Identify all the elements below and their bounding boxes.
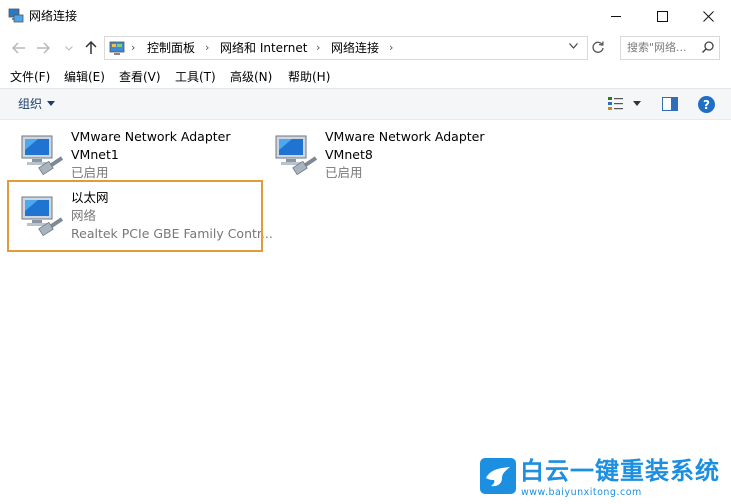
network-connections-window: 网络连接 › 控制面板 › 网络和 Internet › 网络连接 › 搜索"网…: [0, 0, 731, 504]
caret-down-icon: [47, 101, 55, 106]
recent-locations-button[interactable]: [60, 39, 78, 57]
chevron-down-icon: [569, 43, 578, 49]
organize-button[interactable]: 组织: [18, 96, 42, 112]
close-icon: [702, 10, 714, 22]
command-bar: 组织 ?: [0, 88, 731, 120]
adapter-name: VMware Network Adapter: [325, 129, 485, 144]
watermark-url: www.baiyunxitong.com: [521, 487, 642, 498]
maximize-button[interactable]: [639, 0, 685, 32]
adapter-list: VMware Network Adapter VMnet1 已启用 VMware…: [0, 120, 731, 504]
address-bar[interactable]: › 控制面板 › 网络和 Internet › 网络连接 ›: [104, 36, 588, 60]
menu-view[interactable]: 查看(V): [119, 69, 161, 85]
adapter-device: VMnet1: [71, 147, 119, 162]
search-placeholder: 搜索"网络...: [627, 41, 687, 54]
breadcrumb-separator[interactable]: ›: [389, 40, 393, 56]
forward-arrow-icon: [37, 42, 50, 54]
minimize-button[interactable]: [593, 0, 639, 32]
menu-advanced[interactable]: 高级(N): [230, 69, 272, 85]
preview-pane-icon[interactable]: [662, 97, 678, 111]
adapter-status: 已启用: [325, 165, 363, 180]
breadcrumb-network-connections[interactable]: 网络连接: [331, 40, 379, 56]
back-arrow-icon: [12, 42, 25, 54]
adapter-vmnet8[interactable]: VMware Network Adapter VMnet8 已启用: [262, 120, 518, 180]
network-connections-icon: [8, 8, 24, 23]
search-input[interactable]: 搜索"网络...: [620, 36, 720, 60]
watermark-title: 白云一键重装系统: [520, 457, 720, 485]
minimize-icon: [611, 15, 621, 17]
menu-file[interactable]: 文件(F): [10, 69, 50, 85]
view-options-icon[interactable]: [608, 97, 624, 111]
network-adapter-icon: [275, 135, 318, 176]
chevron-down-icon: [65, 45, 73, 51]
up-button[interactable]: [82, 39, 100, 57]
adapter-vmnet1[interactable]: VMware Network Adapter VMnet1 已启用: [8, 120, 264, 180]
address-history-button[interactable]: [569, 39, 578, 55]
breadcrumb-separator: ›: [131, 41, 136, 54]
bird-logo-icon: [480, 458, 516, 494]
network-adapter-icon: [21, 135, 64, 176]
forward-button[interactable]: [34, 39, 52, 57]
breadcrumb-separator[interactable]: ›: [316, 40, 320, 56]
window-title: 网络连接: [29, 9, 78, 23]
selection-highlight: [7, 180, 263, 252]
watermark: 白云一键重装系统 www.baiyunxitong.com: [470, 454, 726, 500]
close-button[interactable]: [685, 0, 731, 32]
refresh-button[interactable]: [588, 36, 608, 58]
menu-edit[interactable]: 编辑(E): [64, 69, 105, 85]
menu-help[interactable]: 帮助(H): [288, 69, 330, 85]
menu-bar: 文件(F) 编辑(E) 查看(V) 工具(T) 高级(N) 帮助(H): [0, 66, 731, 88]
up-arrow-icon: [85, 41, 97, 54]
control-panel-icon: [109, 41, 125, 55]
breadcrumb-network-internet[interactable]: 网络和 Internet: [220, 40, 307, 56]
refresh-icon: [591, 40, 604, 53]
organize-dropdown[interactable]: [47, 96, 55, 112]
help-glyph: ?: [703, 97, 710, 112]
adapter-device: VMnet8: [325, 147, 373, 162]
search-icon[interactable]: [701, 40, 715, 54]
maximize-icon: [656, 10, 668, 22]
adapter-name: VMware Network Adapter: [71, 129, 231, 144]
help-icon[interactable]: ?: [698, 96, 715, 113]
adapter-status: 已启用: [71, 165, 109, 180]
caret-down-icon: [633, 101, 641, 106]
title-bar: 网络连接: [0, 0, 731, 32]
view-options-dropdown[interactable]: [633, 97, 641, 111]
breadcrumb-separator[interactable]: ›: [205, 40, 209, 56]
back-button[interactable]: [10, 39, 28, 57]
menu-tools[interactable]: 工具(T): [175, 69, 216, 85]
breadcrumb-control-panel[interactable]: 控制面板: [147, 40, 195, 56]
navigation-bar: › 控制面板 › 网络和 Internet › 网络连接 › 搜索"网络...: [0, 32, 731, 64]
